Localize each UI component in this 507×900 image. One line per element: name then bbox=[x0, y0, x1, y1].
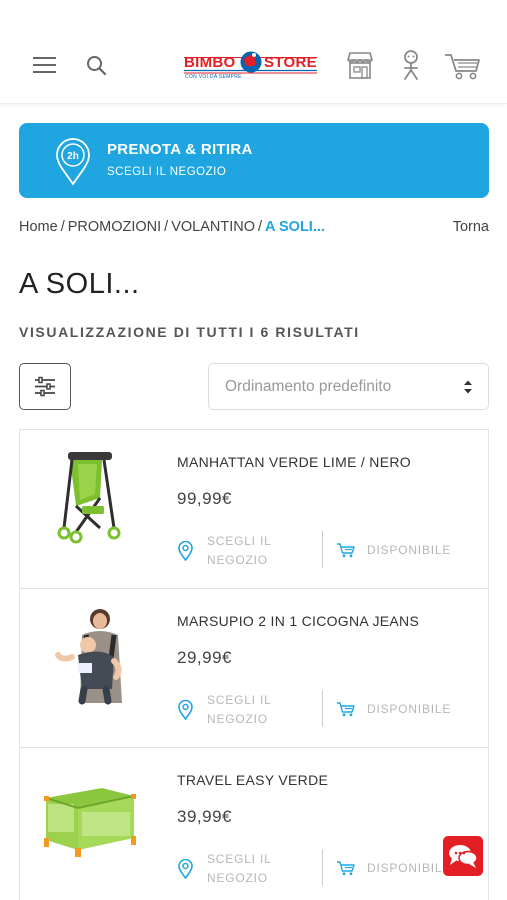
product-price: 29,99€ bbox=[177, 648, 232, 667]
location-pin-icon[interactable] bbox=[178, 541, 193, 561]
sort-caret-icon bbox=[464, 380, 472, 394]
filter-icon bbox=[35, 376, 55, 397]
logo-tagline: CON VOI DA SEMPRE bbox=[185, 74, 242, 80]
availability-status: DISPONIBILE bbox=[367, 702, 452, 716]
product-card[interactable]: TRAVEL EASY VERDE 39,99€ SCEGLI IL NEGOZ… bbox=[20, 748, 488, 900]
choose-store-link[interactable]: SCEGLI IL NEGOZIO bbox=[207, 850, 287, 888]
divider bbox=[322, 531, 323, 568]
sort-select-value: Ordinamento predefinito bbox=[225, 378, 392, 395]
breadcrumb-promozioni[interactable]: PROMOZIONI bbox=[68, 219, 161, 235]
cart-icon[interactable] bbox=[444, 52, 481, 80]
store-icon[interactable] bbox=[346, 51, 374, 80]
product-image-baby-carrier[interactable] bbox=[42, 607, 138, 705]
breadcrumb-current: A SOLI... bbox=[265, 219, 325, 235]
cart-availability-icon bbox=[337, 702, 355, 717]
availability-status: DISPONIBILE bbox=[367, 861, 452, 875]
product-image-travel-cot[interactable] bbox=[42, 766, 138, 864]
availability-status: DISPONIBILE bbox=[367, 543, 452, 557]
product-name[interactable]: MARSUPIO 2 IN 1 CICOGNA JEANS bbox=[177, 613, 419, 629]
product-image-stroller[interactable] bbox=[42, 448, 138, 546]
location-pin-icon[interactable] bbox=[178, 859, 193, 879]
product-price: 39,99€ bbox=[177, 807, 232, 826]
banner-badge: 2h bbox=[67, 151, 79, 162]
click-and-collect-banner[interactable]: 2h PRENOTA & RITIRA SCEGLI IL NEGOZIO bbox=[19, 123, 489, 198]
banner-title: PRENOTA & RITIRA bbox=[107, 141, 253, 158]
location-pin-icon[interactable] bbox=[178, 700, 193, 720]
product-list: MANHATTAN VERDE LIME / NERO 99,99€ SCEGL… bbox=[19, 429, 489, 900]
cart-availability-icon bbox=[337, 861, 355, 876]
divider bbox=[322, 690, 323, 727]
product-name[interactable]: TRAVEL EASY VERDE bbox=[177, 772, 328, 788]
cart-availability-icon bbox=[337, 543, 355, 558]
choose-store-link[interactable]: SCEGLI IL NEGOZIO bbox=[207, 691, 287, 729]
chat-icon bbox=[449, 845, 478, 868]
breadcrumb-separator: / bbox=[258, 219, 263, 235]
breadcrumb-home[interactable]: Home bbox=[19, 219, 58, 235]
location-pin-icon: 2h bbox=[56, 138, 90, 186]
menu-icon[interactable] bbox=[33, 56, 57, 74]
banner-subtitle: SCEGLI IL NEGOZIO bbox=[107, 166, 227, 178]
brand-logo[interactable]: BIMBO STORE CON VOI DA SEMPRE bbox=[183, 47, 319, 83]
divider bbox=[322, 849, 323, 886]
page-title: A SOLI... bbox=[19, 268, 140, 300]
search-icon[interactable] bbox=[86, 55, 107, 76]
logo-text-left: BIMBO bbox=[184, 54, 236, 71]
account-icon[interactable] bbox=[400, 50, 422, 81]
site-header: BIMBO STORE CON VOI DA SEMPRE bbox=[0, 0, 507, 104]
product-name[interactable]: MANHATTAN VERDE LIME / NERO bbox=[177, 454, 411, 470]
product-card[interactable]: MARSUPIO 2 IN 1 CICOGNA JEANS 29,99€ SCE… bbox=[20, 589, 488, 748]
back-link[interactable]: Torna bbox=[453, 219, 489, 235]
logo-text-right: STORE bbox=[264, 54, 317, 71]
breadcrumb-separator: / bbox=[60, 219, 65, 235]
results-count: VISUALIZZAZIONE DI TUTTI I 6 RISULTATI bbox=[19, 324, 360, 340]
breadcrumb: Home / PROMOZIONI / VOLANTINO / A SOLI... bbox=[19, 219, 325, 235]
chat-button[interactable] bbox=[443, 836, 483, 876]
product-price: 99,99€ bbox=[177, 489, 232, 508]
breadcrumb-separator: / bbox=[164, 219, 169, 235]
choose-store-link[interactable]: SCEGLI IL NEGOZIO bbox=[207, 532, 287, 570]
product-card[interactable]: MANHATTAN VERDE LIME / NERO 99,99€ SCEGL… bbox=[20, 430, 488, 589]
filter-button[interactable] bbox=[19, 363, 71, 410]
sort-select[interactable]: Ordinamento predefinito bbox=[208, 363, 489, 410]
breadcrumb-volantino[interactable]: VOLANTINO bbox=[171, 219, 255, 235]
